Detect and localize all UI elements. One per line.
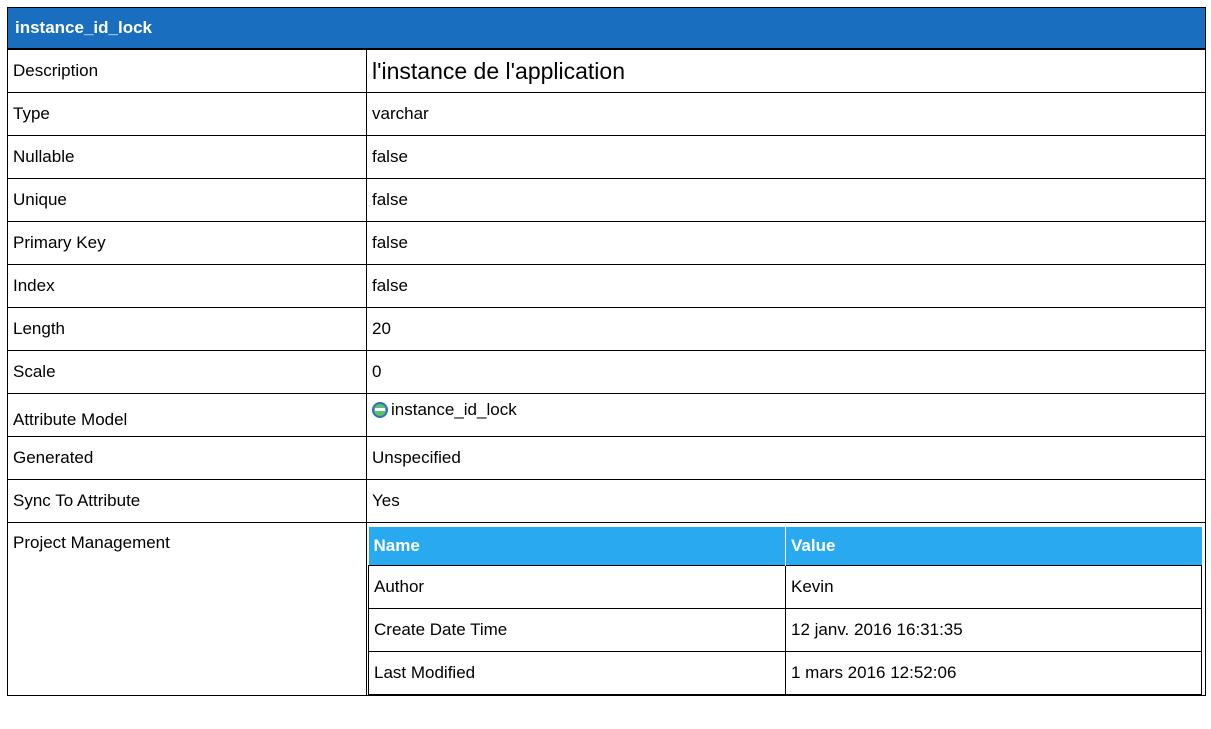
pm-author-name: Author xyxy=(368,564,786,609)
pm-header-row: Name Value xyxy=(368,527,1202,565)
pm-last-modified-value: 1 mars 2016 12:52:06 xyxy=(785,650,1202,695)
unique-value: false xyxy=(366,178,1206,222)
project-management-table: Name Value Author Kevin Create Date Time xyxy=(368,527,1202,695)
index-label: Index xyxy=(7,264,367,308)
table-row: Last Modified 1 mars 2016 12:52:06 xyxy=(368,650,1202,695)
project-management-label: Project Management xyxy=(7,522,367,696)
column-details-panel: instance_id_lock Description l'instance … xyxy=(7,7,1206,696)
table-row: Scale 0 xyxy=(7,350,1206,394)
nullable-label: Nullable xyxy=(7,135,367,179)
pm-last-modified-name: Last Modified xyxy=(368,650,786,695)
pm-value-header: Value xyxy=(785,527,1202,565)
pm-create-date-name: Create Date Time xyxy=(368,607,786,652)
nullable-value: false xyxy=(366,135,1206,179)
table-row: Type varchar xyxy=(7,92,1206,136)
unique-label: Unique xyxy=(7,178,367,222)
index-value: false xyxy=(366,264,1206,308)
pm-name-header: Name xyxy=(368,527,786,565)
table-row: Unique false xyxy=(7,178,1206,222)
generated-label: Generated xyxy=(7,436,367,480)
table-row: Create Date Time 12 janv. 2016 16:31:35 xyxy=(368,607,1202,652)
table-row: Index false xyxy=(7,264,1206,308)
description-value: l'instance de l'application xyxy=(366,49,1206,93)
pm-create-date-value: 12 janv. 2016 16:31:35 xyxy=(785,607,1202,652)
table-row: Generated Unspecified xyxy=(7,436,1206,480)
attribute-model-link[interactable]: instance_id_lock xyxy=(391,400,517,419)
scale-label: Scale xyxy=(7,350,367,394)
scale-value: 0 xyxy=(366,350,1206,394)
table-row: Description l'instance de l'application xyxy=(7,49,1206,93)
attribute-model-label: Attribute Model xyxy=(7,393,367,437)
sync-to-attribute-label: Sync To Attribute xyxy=(7,479,367,523)
properties-table: Description l'instance de l'application … xyxy=(7,49,1206,696)
type-value: varchar xyxy=(366,92,1206,136)
table-row: Sync To Attribute Yes xyxy=(7,479,1206,523)
attribute-model-icon xyxy=(372,402,388,418)
table-row: Length 20 xyxy=(7,307,1206,351)
pm-author-value: Kevin xyxy=(785,564,1202,609)
primary-key-label: Primary Key xyxy=(7,221,367,265)
sync-to-attribute-value: Yes xyxy=(366,479,1206,523)
table-row: Project Management Name Value Author Kev… xyxy=(7,522,1206,696)
length-value: 20 xyxy=(366,307,1206,351)
attribute-model-value[interactable]: instance_id_lock xyxy=(366,393,1206,437)
table-row: Primary Key false xyxy=(7,221,1206,265)
type-label: Type xyxy=(7,92,367,136)
table-row: Author Kevin xyxy=(368,564,1202,609)
primary-key-value: false xyxy=(366,221,1206,265)
table-row: Attribute Model instance_id_lock xyxy=(7,393,1206,437)
table-row: Nullable false xyxy=(7,135,1206,179)
project-management-cell: Name Value Author Kevin Create Date Time xyxy=(366,522,1206,696)
description-label: Description xyxy=(7,49,367,93)
column-title-header: instance_id_lock xyxy=(7,7,1206,49)
generated-value: Unspecified xyxy=(366,436,1206,480)
length-label: Length xyxy=(7,307,367,351)
column-title: instance_id_lock xyxy=(15,18,153,37)
